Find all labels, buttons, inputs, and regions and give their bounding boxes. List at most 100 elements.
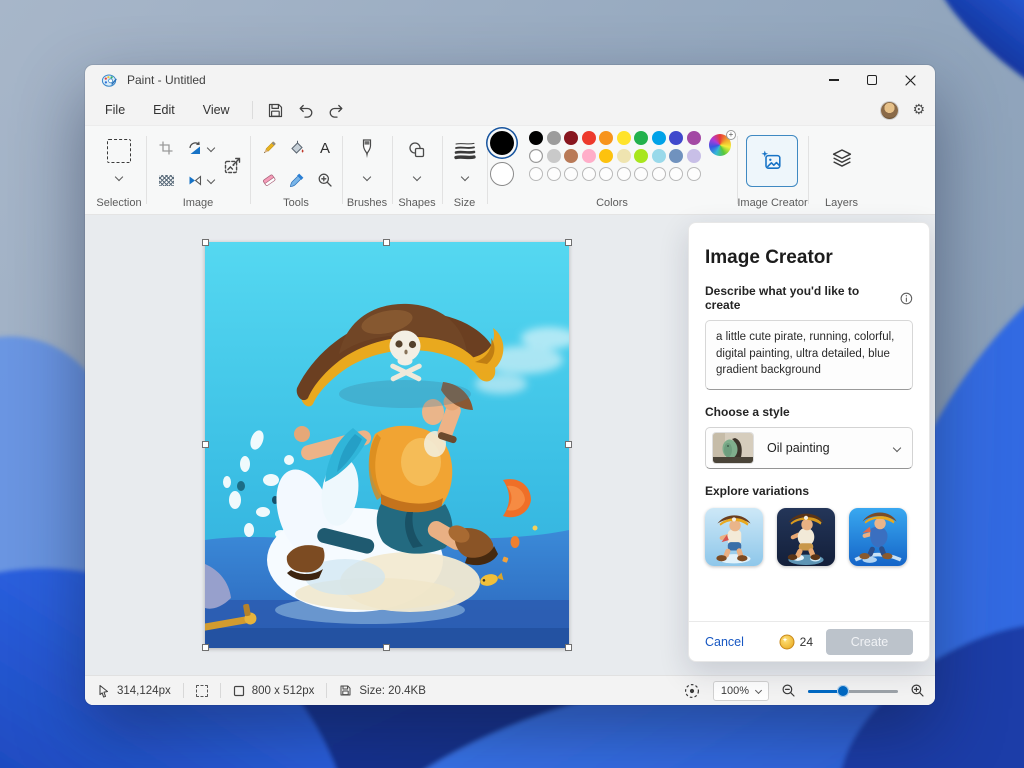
pencil-tool[interactable] — [256, 136, 282, 160]
cancel-button[interactable]: Cancel — [705, 635, 744, 649]
paint-app-icon — [101, 72, 117, 88]
background-color-swatch[interactable] — [490, 162, 514, 186]
brushes-group: Brushes — [342, 126, 392, 214]
color-swatch-r1-4[interactable] — [582, 131, 596, 145]
zoom-slider-thumb[interactable] — [837, 685, 849, 697]
image-creator-button[interactable] — [746, 135, 798, 187]
redo-button[interactable] — [321, 98, 351, 122]
color-swatch-r2-8[interactable] — [652, 149, 666, 163]
color-swatch-r2-4[interactable] — [582, 149, 596, 163]
resize-handle-bottom-left[interactable] — [202, 644, 209, 651]
resize-handle-bottom-right[interactable] — [565, 644, 572, 651]
color-swatch-r2-1[interactable] — [529, 149, 543, 163]
color-swatch-empty-3[interactable] — [564, 167, 578, 181]
create-button[interactable]: Create — [826, 629, 913, 655]
magnifier-tool[interactable] — [312, 168, 338, 192]
shapes-button[interactable] — [392, 140, 442, 160]
info-icon[interactable] — [900, 292, 913, 305]
color-swatch-r1-3[interactable] — [564, 131, 578, 145]
tools-label: Tools — [250, 197, 342, 209]
color-swatch-r2-5[interactable] — [599, 149, 613, 163]
menu-edit[interactable]: Edit — [139, 99, 189, 121]
color-swatch-r1-6[interactable] — [617, 131, 631, 145]
rotate-icon — [187, 141, 203, 156]
selection-group: Selection — [92, 126, 146, 214]
close-button[interactable] — [891, 65, 929, 95]
resize-handle-top-left[interactable] — [202, 239, 209, 246]
brushes-dropdown[interactable] — [342, 174, 392, 180]
eraser-tool[interactable] — [256, 168, 282, 192]
variation-thumbnail-1[interactable] — [705, 508, 763, 566]
color-swatch-r2-3[interactable] — [564, 149, 578, 163]
brushes-button[interactable] — [342, 138, 392, 160]
foreground-color-swatch[interactable] — [490, 131, 514, 155]
color-swatch-empty-5[interactable] — [599, 167, 613, 181]
color-swatch-r2-6[interactable] — [617, 149, 631, 163]
settings-gear-icon[interactable]: ⚙ — [912, 103, 925, 117]
resize-handle-bottom-mid[interactable] — [383, 644, 390, 651]
chevron-down-icon — [115, 173, 123, 181]
selection-tool[interactable] — [92, 139, 146, 163]
resize-handle-mid-right[interactable] — [565, 441, 572, 448]
color-swatch-r1-7[interactable] — [634, 131, 648, 145]
chevron-down-icon — [460, 173, 468, 181]
color-swatch-empty-2[interactable] — [547, 167, 561, 181]
selection-dropdown[interactable] — [92, 174, 146, 180]
color-swatch-empty-10[interactable] — [687, 167, 701, 181]
rotate-button[interactable] — [184, 138, 216, 158]
color-swatch-r2-2[interactable] — [547, 149, 561, 163]
color-swatch-empty-4[interactable] — [582, 167, 596, 181]
undo-button[interactable] — [291, 98, 321, 122]
size-button[interactable] — [442, 140, 487, 160]
shapes-dropdown[interactable] — [392, 174, 442, 180]
titlebar[interactable]: Paint - Untitled — [85, 65, 935, 95]
zoom-in-icon[interactable] — [910, 683, 925, 698]
edit-colors-button[interactable]: + — [709, 134, 733, 158]
zoom-slider[interactable] — [808, 684, 898, 698]
style-dropdown[interactable]: Oil painting — [705, 427, 913, 469]
size-dropdown[interactable] — [442, 174, 487, 180]
crop-button[interactable] — [154, 138, 178, 158]
text-tool[interactable]: A — [312, 136, 338, 160]
variation-thumbnail-2[interactable] — [777, 508, 835, 566]
color-swatch-r1-5[interactable] — [599, 131, 613, 145]
fit-to-screen-icon[interactable] — [683, 682, 701, 700]
color-swatch-r1-9[interactable] — [669, 131, 683, 145]
resize-handle-top-mid[interactable] — [383, 239, 390, 246]
color-swatch-r2-7[interactable] — [634, 149, 648, 163]
resize-handle-mid-left[interactable] — [202, 441, 209, 448]
color-swatch-r1-8[interactable] — [652, 131, 666, 145]
color-swatch-empty-6[interactable] — [617, 167, 631, 181]
color-swatch-r1-10[interactable] — [687, 131, 701, 145]
variations-row — [705, 508, 913, 566]
zoom-level-dropdown[interactable]: 100% — [713, 681, 769, 701]
save-button[interactable] — [261, 98, 291, 122]
minimize-button[interactable] — [815, 65, 853, 95]
color-swatch-r2-9[interactable] — [669, 149, 683, 163]
canvas-area: Image Creator Describe what you'd like t… — [85, 215, 935, 675]
color-swatch-empty-9[interactable] — [669, 167, 683, 181]
account-avatar[interactable] — [881, 102, 898, 119]
color-swatch-r1-1[interactable] — [529, 131, 543, 145]
color-swatch-empty-1[interactable] — [529, 167, 543, 181]
color-swatch-empty-7[interactable] — [634, 167, 648, 181]
menu-view[interactable]: View — [189, 99, 244, 121]
color-swatch-r2-10[interactable] — [687, 149, 701, 163]
skew-button[interactable] — [154, 170, 178, 190]
resize-image-button[interactable] — [218, 152, 246, 178]
resize-handle-top-right[interactable] — [565, 239, 572, 246]
save-icon — [267, 102, 284, 119]
fill-tool[interactable] — [284, 136, 310, 160]
flip-button[interactable] — [184, 170, 216, 190]
canvas[interactable] — [205, 242, 569, 648]
color-swatch-r1-2[interactable] — [547, 131, 561, 145]
color-picker-tool[interactable] — [284, 168, 310, 192]
color-palette — [529, 131, 701, 184]
layers-button[interactable] — [808, 148, 875, 170]
zoom-out-icon[interactable] — [781, 683, 796, 698]
variation-thumbnail-3[interactable] — [849, 508, 907, 566]
menu-file[interactable]: File — [91, 99, 139, 121]
color-swatch-empty-8[interactable] — [652, 167, 666, 181]
maximize-button[interactable] — [853, 65, 891, 95]
prompt-textarea[interactable]: a little cute pirate, running, colorful,… — [705, 320, 913, 390]
